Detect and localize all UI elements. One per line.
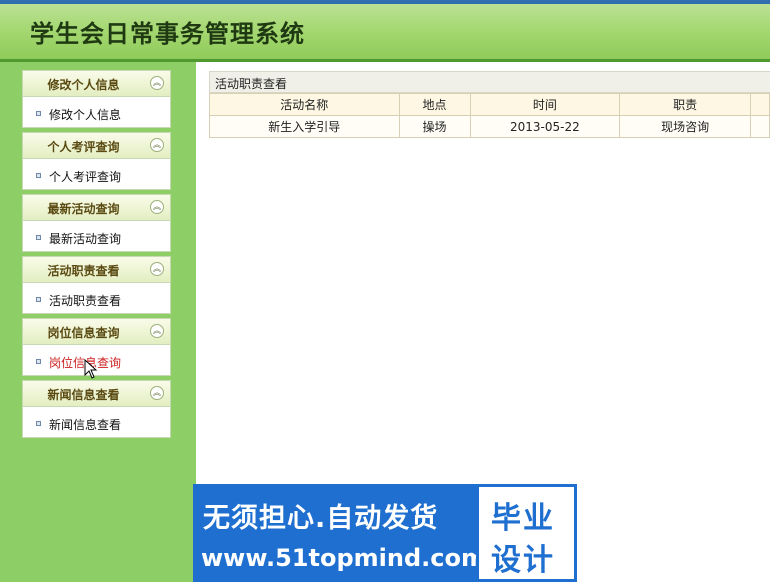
column-header-duty: 职责 bbox=[619, 93, 751, 116]
watermark-left: 无须担心.自动发货 www.51topmind.com bbox=[193, 484, 486, 582]
column-header-time: 时间 bbox=[469, 93, 621, 116]
bullet-icon bbox=[36, 359, 41, 364]
panel-title: 修改个人信息 bbox=[47, 78, 120, 92]
column-header-extra bbox=[750, 93, 770, 116]
panel-evaluation: 个人考评查询 ︽ 个人考评查询 bbox=[22, 132, 171, 190]
cell-activity-name: 新生入学引导 bbox=[209, 115, 400, 138]
sidebar-link-evaluation[interactable]: 个人考评查询 bbox=[49, 168, 121, 185]
panel-header[interactable]: 活动职责查看 ︽ bbox=[22, 256, 171, 282]
watermark-slogan: 无须担心.自动发货 bbox=[203, 503, 439, 534]
sidebar-link-news[interactable]: 新闻信息查看 bbox=[49, 416, 121, 433]
panel-title: 活动职责查看 bbox=[47, 264, 120, 278]
bullet-icon bbox=[36, 111, 41, 116]
app-header: 学生会日常事务管理系统 bbox=[0, 0, 770, 62]
bullet-icon bbox=[36, 235, 41, 240]
bullet-icon bbox=[36, 297, 41, 302]
mouse-cursor-icon bbox=[84, 359, 98, 379]
watermark-url: www.51topmind.com bbox=[201, 544, 486, 572]
sidebar-link-latest-activity[interactable]: 最新活动查询 bbox=[49, 230, 121, 247]
panel-header[interactable]: 新闻信息查看 ︽ bbox=[22, 380, 171, 406]
panel-header[interactable]: 最新活动查询 ︽ bbox=[22, 194, 171, 220]
panel-header[interactable]: 修改个人信息 ︽ bbox=[22, 70, 171, 96]
panel-title: 岗位信息查询 bbox=[47, 326, 120, 340]
column-header-activity-name: 活动名称 bbox=[209, 93, 400, 116]
panel-body: 最新活动查询 bbox=[22, 220, 171, 252]
watermark-badge: 毕业 设计 bbox=[476, 484, 577, 582]
panel-news: 新闻信息查看 ︽ 新闻信息查看 bbox=[22, 380, 171, 438]
cell-location: 操场 bbox=[398, 115, 471, 138]
table-header-row: 活动名称 地点 时间 职责 bbox=[209, 93, 770, 116]
collapse-icon[interactable]: ︽ bbox=[150, 386, 164, 400]
panel-body: 个人考评查询 bbox=[22, 158, 171, 190]
collapse-icon[interactable]: ︽ bbox=[150, 200, 164, 214]
column-header-location: 地点 bbox=[398, 93, 471, 116]
panel-body: 活动职责查看 bbox=[22, 282, 171, 314]
cell-duty: 现场咨询 bbox=[619, 115, 751, 138]
panel-title: 最新活动查询 bbox=[47, 202, 120, 216]
collapse-icon[interactable]: ︽ bbox=[150, 324, 164, 338]
panel-title: 新闻信息查看 bbox=[47, 388, 120, 402]
sidebar-link-edit-profile[interactable]: 修改个人信息 bbox=[49, 106, 121, 123]
app-title: 学生会日常事务管理系统 bbox=[30, 19, 305, 48]
duty-table: 活动名称 地点 时间 职责 新生入学引导 操场 2013-05-22 现场咨询 bbox=[209, 93, 770, 138]
watermark-badge-line1: 毕业 bbox=[491, 501, 555, 536]
sidebar-link-activity-duty[interactable]: 活动职责查看 bbox=[49, 292, 121, 309]
cell-extra bbox=[750, 115, 770, 138]
cell-time: 2013-05-22 bbox=[469, 115, 621, 138]
header-top-line bbox=[0, 0, 770, 4]
bullet-icon bbox=[36, 421, 41, 426]
watermark-badge-line2: 设计 bbox=[491, 543, 555, 578]
panel-title: 个人考评查询 bbox=[47, 140, 120, 154]
collapse-icon[interactable]: ︽ bbox=[150, 76, 164, 90]
panel-latest-activity: 最新活动查询 ︽ 最新活动查询 bbox=[22, 194, 171, 252]
panel-body: 新闻信息查看 bbox=[22, 406, 171, 438]
table-row: 新生入学引导 操场 2013-05-22 现场咨询 bbox=[209, 115, 770, 138]
collapse-icon[interactable]: ︽ bbox=[150, 138, 164, 152]
collapse-icon[interactable]: ︽ bbox=[150, 262, 164, 276]
panel-header[interactable]: 岗位信息查询 ︽ bbox=[22, 318, 171, 344]
section-title: 活动职责查看 bbox=[209, 71, 770, 93]
panel-header[interactable]: 个人考评查询 ︽ bbox=[22, 132, 171, 158]
panel-activity-duty: 活动职责查看 ︽ 活动职责查看 bbox=[22, 256, 171, 314]
watermark-banner: 无须担心.自动发货 www.51topmind.com 毕业 设计 bbox=[193, 484, 577, 582]
panel-edit-profile: 修改个人信息 ︽ 修改个人信息 bbox=[22, 70, 171, 128]
bullet-icon bbox=[36, 173, 41, 178]
panel-body: 修改个人信息 bbox=[22, 96, 171, 128]
